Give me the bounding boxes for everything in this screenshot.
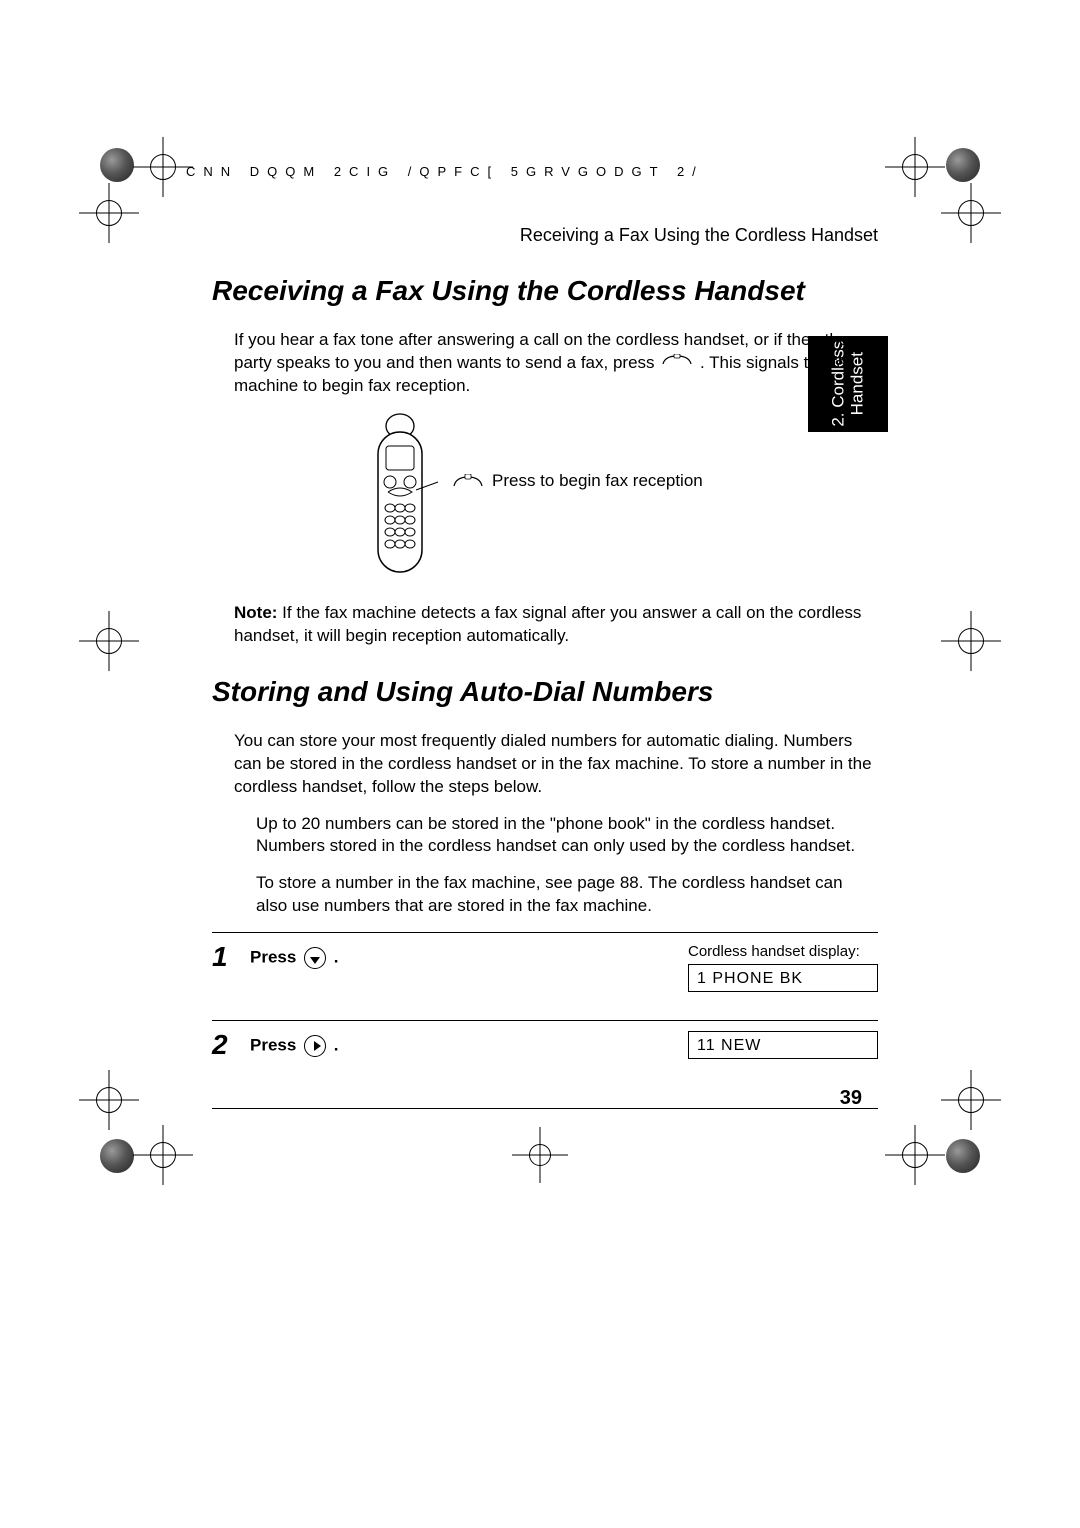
handset-display-readout: 11 NEW — [688, 1031, 878, 1059]
steps-table: 1 Press . Cordless handset display: 1 PHONE… — [212, 932, 878, 1109]
content-column: Receiving a Fax Using the Cordless Hands… — [212, 275, 878, 1109]
step-row: 1 Press . Cordless handset display: 1 PHONE… — [212, 932, 878, 1020]
body-paragraph: To store a number in the fax machine, se… — [256, 872, 878, 918]
registration-mark-icon — [958, 1087, 984, 1113]
note-paragraph: Note: If the fax machine detects a fax s… — [234, 602, 878, 648]
step-display-column: Cordless handset display: 1 PHONE BK — [688, 943, 878, 992]
page: CNN DQQM 2CIG /QPFC[ 5GRVGODGT 2/ Receiv… — [0, 0, 1080, 1528]
right-arrow-button-icon — [304, 1035, 326, 1057]
step-instruction: Press . — [250, 943, 676, 969]
page-number: 39 — [840, 1087, 862, 1110]
fax-key-icon — [661, 352, 693, 375]
registration-mark-icon — [958, 200, 984, 226]
step-row: 2 Press . 11 NEW — [212, 1020, 878, 1108]
print-disc — [100, 1139, 134, 1173]
handset-illustration: Press to begin fax reception — [212, 412, 878, 592]
registration-mark-icon — [96, 200, 122, 226]
registration-mark-icon — [96, 628, 122, 654]
registration-mark-icon — [529, 1144, 551, 1166]
registration-mark-icon — [150, 1142, 176, 1168]
fax-key-icon — [452, 474, 484, 490]
down-arrow-button-icon — [304, 947, 326, 969]
handset-display-readout: 1 PHONE BK — [688, 964, 878, 992]
step-number: 2 — [212, 1031, 238, 1059]
display-label: Cordless handset display: — [688, 943, 878, 960]
print-disc — [946, 1139, 980, 1173]
header-cipher-text: CNN DQQM 2CIG /QPFC[ 5GRVGODGT 2/ — [186, 164, 704, 179]
section-title: Storing and Using Auto-Dial Numbers — [212, 676, 878, 708]
registration-mark-icon — [902, 1142, 928, 1168]
body-paragraph: You can store your most frequently diale… — [234, 730, 878, 799]
body-paragraph: If you hear a fax tone after answering a… — [234, 329, 878, 398]
step-number: 1 — [212, 943, 238, 971]
fax-key-caption: Press to begin fax reception — [492, 470, 703, 492]
print-disc — [946, 148, 980, 182]
section-title: Receiving a Fax Using the Cordless Hands… — [212, 275, 878, 307]
print-disc — [100, 148, 134, 182]
registration-mark-icon — [902, 154, 928, 180]
step-instruction: Press . — [250, 1031, 676, 1057]
cordless-handset-icon — [360, 412, 440, 582]
body-paragraph: Up to 20 numbers can be stored in the "p… — [256, 813, 878, 859]
running-head: Receiving a Fax Using the Cordless Hands… — [520, 225, 878, 246]
registration-mark-icon — [958, 628, 984, 654]
step-display-column: 11 NEW — [688, 1031, 878, 1059]
registration-mark-icon — [96, 1087, 122, 1113]
registration-mark-icon — [150, 154, 176, 180]
